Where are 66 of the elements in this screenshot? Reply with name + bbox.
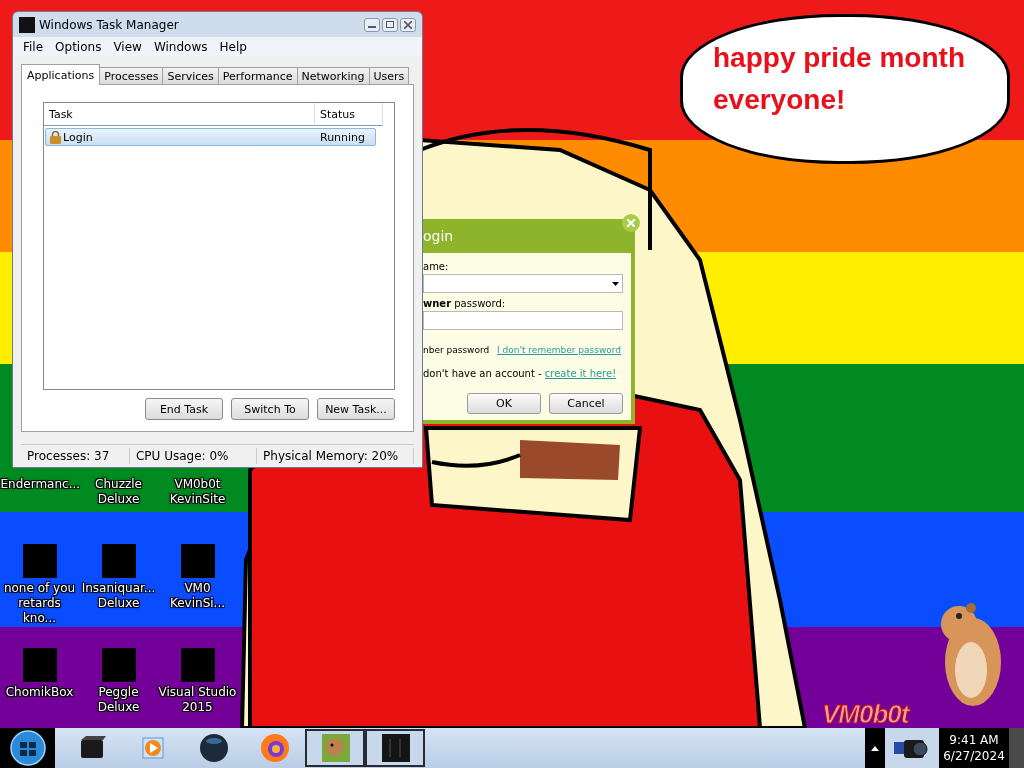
menu-item[interactable]: Windows (147, 39, 214, 54)
show-hidden-icons-button[interactable] (865, 728, 885, 768)
menu-item[interactable]: File (17, 39, 50, 54)
redacted-icon (101, 648, 136, 682)
status-field: Processes: 37 (21, 448, 130, 464)
column-header[interactable]: Status (315, 103, 383, 126)
close-button[interactable] (400, 17, 416, 32)
menu-item[interactable]: View (107, 39, 148, 54)
redacted-icon (22, 648, 57, 682)
tab[interactable]: Services (162, 67, 219, 84)
wallpaper-signature: VM0b0t (822, 700, 909, 728)
dialog-button[interactable]: OK (467, 393, 541, 414)
dialog-title: ogin (423, 228, 454, 244)
app-icon (19, 16, 35, 33)
status-field: Physical Memory: 20% (257, 448, 414, 464)
tab[interactable]: Performance (217, 67, 298, 84)
window-button[interactable]: Switch To (231, 398, 309, 420)
task-row[interactable]: Login Running (45, 128, 376, 146)
window-title: Windows Task Manager (39, 17, 179, 32)
desktop-icon-label[interactable]: VM0 KevinSi... (158, 581, 237, 611)
menu-item[interactable]: Help (213, 39, 253, 54)
window-button[interactable]: End Task (145, 398, 223, 420)
desktop-icon-label[interactable]: VM0b0t KevinSite (158, 477, 237, 507)
caret-icon (871, 745, 879, 751)
column-header[interactable]: Task (44, 103, 315, 126)
tab[interactable]: Processes (99, 67, 164, 84)
password-field[interactable] (423, 311, 623, 330)
start-button[interactable] (0, 728, 55, 768)
remember-label: nber password (423, 345, 490, 355)
redacted-icon (101, 544, 136, 578)
redacted-icon (180, 648, 215, 682)
desktop-icon-label[interactable]: Insaniquar... Deluxe (79, 581, 158, 611)
desktop-icon-label[interactable]: none of you retards kno... (0, 581, 79, 626)
close-icon (627, 219, 635, 227)
caret-icon (612, 281, 619, 286)
close-icon (404, 20, 412, 29)
status-field: CPU Usage: 0% (129, 448, 258, 464)
desktop-icon-label[interactable]: ChomikBox (0, 685, 79, 700)
padlock-icon (49, 130, 62, 144)
minimize-button[interactable] (364, 17, 380, 32)
menu-item[interactable]: Options (49, 39, 108, 54)
speech-bubble-text: happy pride month everyone! (713, 41, 966, 117)
account-text: don't have an account - (423, 368, 543, 379)
tab[interactable]: Users (368, 67, 410, 84)
windows-logo-icon (9, 730, 46, 766)
clock-date: 6/27/2024 (943, 748, 1005, 764)
tab[interactable]: Applications (21, 64, 101, 85)
window-button[interactable]: New Task... (317, 398, 395, 420)
tray-button[interactable] (885, 728, 939, 768)
redacted-icon (180, 544, 215, 578)
desktop-icon-label[interactable]: Visual Studio 2015 (158, 685, 237, 715)
field-label: wner password: (423, 298, 507, 309)
taskbar-button[interactable] (365, 729, 425, 767)
maximize-button[interactable] (382, 17, 398, 32)
desktop-icon-label[interactable]: Endermanc... (0, 477, 79, 492)
desktop-icon-label[interactable]: Chuzzle Deluxe (79, 477, 158, 507)
taskbar-button[interactable] (305, 729, 365, 767)
clock[interactable]: 9:41 AM 6/27/2024 (939, 728, 1009, 768)
forgot-password-link[interactable]: I don't remember password (497, 345, 621, 355)
desktop-icon-label[interactable]: Peggle Deluxe (79, 685, 158, 715)
maximize-icon (386, 21, 394, 29)
dialog-button[interactable]: Cancel (549, 393, 623, 414)
tab[interactable]: Networking (296, 67, 370, 84)
redacted-icon (22, 544, 57, 578)
field-label: ame: (423, 261, 450, 272)
clock-time: 9:41 AM (949, 732, 999, 748)
